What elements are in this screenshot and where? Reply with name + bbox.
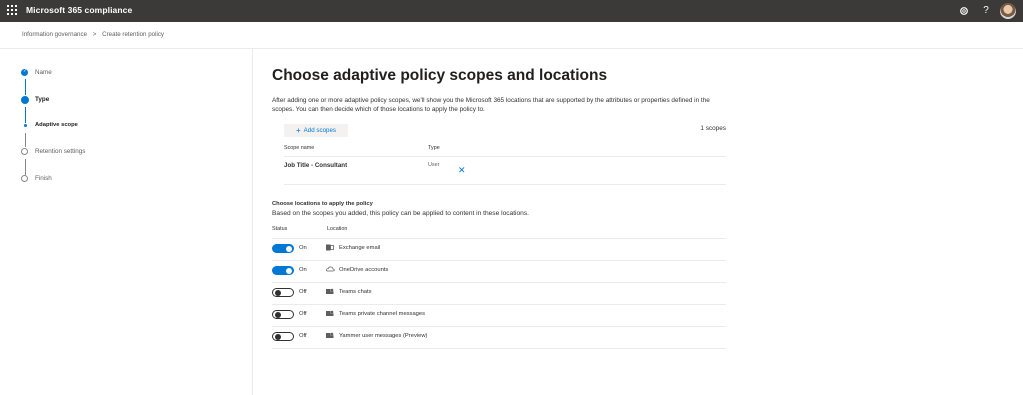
- teams-chats-toggle[interactable]: [272, 288, 294, 297]
- page-description: After adding one or more adaptive policy…: [272, 97, 710, 113]
- teams-icon: [326, 288, 334, 297]
- location-name: Teams chats: [339, 289, 372, 295]
- wizard-step-label: Retention settings: [35, 148, 86, 155]
- column-header-type[interactable]: Type: [428, 145, 440, 151]
- location-row-onedrive: On OneDrive accounts: [272, 261, 726, 283]
- teams-icon: [326, 310, 334, 319]
- location-row-exchange: On Exchange email: [272, 239, 726, 261]
- breadcrumb: Information governance > Create retentio…: [22, 31, 164, 38]
- wizard-step-label: Type: [35, 96, 50, 103]
- location-row-teams-private-channel: Off Teams private channel messages: [272, 305, 726, 327]
- wizard-steps: ✓ Name Type Adaptive scope Retention set…: [0, 49, 253, 395]
- step-circle: [21, 175, 28, 182]
- location-row-yammer: Off Yammer user messages (Preview): [272, 327, 726, 349]
- location-name: Teams private channel messages: [339, 311, 426, 317]
- wizard-step-label: Adaptive scope: [35, 122, 78, 128]
- breadcrumb-item-information-governance[interactable]: Information governance: [22, 31, 87, 38]
- locations-title: Choose locations to apply the policy: [272, 201, 373, 207]
- check-icon: ✓: [21, 68, 28, 76]
- exchange-toggle[interactable]: [272, 244, 294, 253]
- scope-count: 1 scopes: [700, 125, 726, 132]
- location-row-teams-chats: Off Teams chats: [272, 283, 726, 305]
- help-icon[interactable]: ?: [979, 4, 993, 18]
- remove-scope-icon[interactable]: ✕: [458, 165, 466, 175]
- toggle-state: On: [299, 267, 307, 273]
- step-circle: [21, 148, 28, 155]
- substep-dot: [24, 124, 27, 127]
- row-divider: [272, 348, 726, 349]
- onedrive-toggle[interactable]: [272, 266, 294, 275]
- settings-icon[interactable]: [957, 4, 971, 18]
- table-divider: [284, 156, 726, 157]
- waffle-icon[interactable]: [7, 4, 19, 18]
- teams-private-channel-toggle[interactable]: [272, 310, 294, 319]
- add-scopes-label: Add scopes: [303, 127, 336, 134]
- column-header-location: Location: [327, 226, 348, 232]
- step-connector: [25, 79, 26, 95]
- yammer-icon: [326, 332, 334, 341]
- scope-type-cell: User: [428, 162, 440, 168]
- toggle-state: On: [299, 245, 307, 251]
- column-header-scope-name[interactable]: Scope name: [284, 145, 314, 151]
- breadcrumb-item-create-retention-policy: Create retention policy: [102, 31, 165, 38]
- column-header-status: Status: [272, 226, 288, 232]
- breadcrumb-separator: >: [92, 31, 97, 38]
- wizard-step-label: Finish: [35, 175, 52, 182]
- page-title: Choose adaptive policy scopes and locati…: [272, 67, 608, 84]
- step-connector: [25, 133, 26, 147]
- current-step-indicator: [20, 95, 29, 104]
- step-connector: [25, 107, 26, 123]
- scope-name-cell: Job Title - Consultant: [284, 162, 348, 169]
- wizard-step-label: Name: [35, 69, 52, 76]
- toggle-state: Off: [299, 333, 307, 339]
- toggle-state: Off: [299, 289, 307, 295]
- step-connector: [25, 159, 26, 175]
- top-bar: Microsoft 365 compliance ?: [0, 0, 1023, 22]
- location-name: Yammer user messages (Preview): [339, 333, 428, 339]
- plus-icon: +: [295, 126, 301, 135]
- avatar[interactable]: [1000, 3, 1016, 19]
- table-divider: [284, 184, 726, 185]
- exchange-icon: [326, 244, 334, 253]
- app-title[interactable]: Microsoft 365 compliance: [26, 5, 132, 15]
- add-scopes-button[interactable]: + Add scopes: [284, 124, 348, 137]
- locations-description: Based on the scopes you added, this poli…: [272, 210, 529, 217]
- onedrive-icon: [326, 266, 335, 274]
- toggle-state: Off: [299, 311, 307, 317]
- location-name: Exchange email: [339, 245, 381, 251]
- location-name: OneDrive accounts: [339, 267, 389, 273]
- yammer-toggle[interactable]: [272, 332, 294, 341]
